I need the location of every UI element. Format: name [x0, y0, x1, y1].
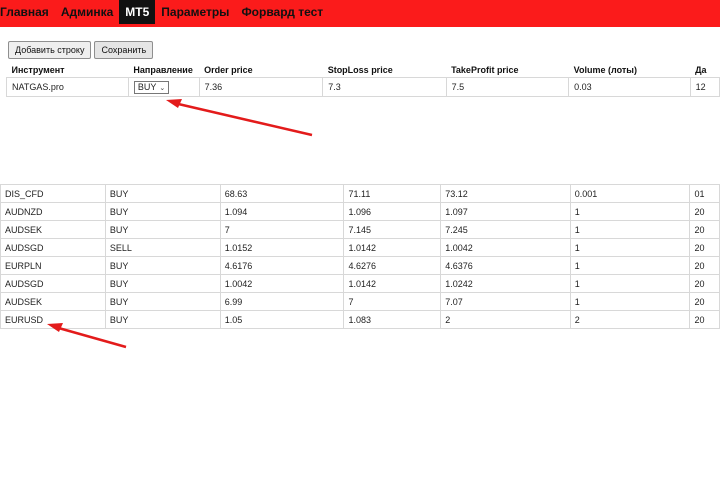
- cell-order-price: 6.99: [219, 292, 345, 311]
- cell-instrument: EURPLN: [0, 256, 106, 275]
- cell-direction: BUY: [104, 184, 221, 203]
- cell-takeprofit: 4.6376: [440, 256, 571, 275]
- cell-order-price: 1.0042: [219, 274, 345, 293]
- column-header-volume: Volume (лоты): [573, 64, 637, 75]
- cell-takeprofit: 2: [440, 310, 571, 329]
- direction-select[interactable]: BUY ⌄: [133, 80, 170, 94]
- cell-stoploss: 1.0142: [343, 238, 442, 257]
- chevron-down-icon: ⌄: [159, 84, 166, 92]
- nav-item-forward-test[interactable]: Форвард тест: [235, 0, 329, 24]
- annotation-arrow-direction: [166, 99, 313, 137]
- column-header-date: Да: [695, 64, 707, 75]
- takeprofit-field[interactable]: 7.5: [445, 77, 570, 97]
- save-button[interactable]: Сохранить: [94, 41, 154, 59]
- cell-instrument: DIS_CFD: [0, 184, 106, 203]
- cell-takeprofit: 1.0242: [440, 274, 571, 293]
- cell-instrument: AUDSGD: [0, 274, 106, 293]
- column-header-order-price: Order price: [204, 64, 253, 75]
- cell-date: 20: [689, 274, 720, 293]
- cell-direction: BUY: [104, 310, 221, 329]
- table-row: AUDSGD BUY 1.0042 1.0142 1.0242 1 20: [0, 274, 720, 293]
- cell-date: 20: [689, 202, 720, 221]
- cell-instrument: AUDSGD: [0, 238, 106, 257]
- cell-direction: SELL: [104, 238, 221, 257]
- edit-row: NATGAS.pro BUY ⌄ 7.36 7.3 7.5 0.03 12: [6, 77, 720, 97]
- cell-order-price: 1.0152: [219, 238, 345, 257]
- instrument-field[interactable]: NATGAS.pro: [6, 77, 129, 97]
- stoploss-field[interactable]: 7.3: [322, 77, 447, 97]
- cell-direction: BUY: [104, 256, 221, 275]
- cell-volume: 1: [569, 220, 691, 239]
- direction-select-value: BUY: [137, 81, 157, 92]
- top-navbar: Главная Админка MT5 Параметры Форвард те…: [0, 0, 720, 27]
- column-header-takeprofit: TakeProfit price: [451, 64, 519, 75]
- order-price-field[interactable]: 7.36: [198, 77, 324, 97]
- cell-order-price: 4.6176: [219, 256, 345, 275]
- cell-date: 20: [689, 256, 720, 275]
- cell-stoploss: 4.6276: [343, 256, 442, 275]
- cell-date: 01: [689, 184, 720, 203]
- cell-date: 20: [689, 310, 720, 329]
- add-row-button[interactable]: Добавить строку: [8, 41, 92, 59]
- cell-volume: 1: [569, 256, 691, 275]
- cell-stoploss: 71.11: [343, 184, 442, 203]
- cell-direction: BUY: [104, 274, 221, 293]
- cell-takeprofit: 1.097: [440, 202, 571, 221]
- cell-stoploss: 1.096: [343, 202, 442, 221]
- column-header-instrument: Инструмент: [11, 64, 65, 75]
- orders-table: DIS_CFD BUY 68.63 71.11 73.12 0.001 01 AUDNZD BU…: [0, 184, 720, 329]
- cell-instrument: AUDSEK: [0, 292, 106, 311]
- cell-date: 20: [689, 220, 720, 239]
- cell-volume: 0.001: [569, 184, 691, 203]
- column-header-stoploss: StopLoss price: [327, 64, 393, 75]
- cell-takeprofit: 7.07: [440, 292, 571, 311]
- nav-item-admin[interactable]: Админка: [55, 0, 119, 24]
- table-row: AUDSEK BUY 6.99 7 7.07 1 20: [0, 292, 720, 311]
- table-row: EURPLN BUY 4.6176 4.6276 4.6376 1 20: [0, 256, 720, 275]
- cell-direction: BUY: [104, 202, 221, 221]
- edit-table-header-row: Инструмент Направление Order price StopL…: [7, 62, 720, 78]
- cell-order-price: 68.63: [219, 184, 345, 203]
- cell-takeprofit: 73.12: [440, 184, 571, 203]
- cell-instrument: EURUSD: [0, 310, 106, 329]
- table-row: DIS_CFD BUY 68.63 71.11 73.12 0.001 01: [0, 184, 720, 203]
- nav-item-mt5[interactable]: MT5: [119, 0, 156, 24]
- cell-direction: BUY: [104, 220, 221, 239]
- cell-volume: 1: [569, 238, 691, 257]
- cell-takeprofit: 1.0042: [440, 238, 571, 257]
- cell-volume: 1: [569, 274, 691, 293]
- volume-field[interactable]: 0.03: [568, 77, 691, 97]
- cell-stoploss: 7: [343, 292, 442, 311]
- toolbar: Добавить строку Сохранить: [8, 41, 154, 59]
- cell-direction: BUY: [104, 292, 221, 311]
- nav-item-parameters[interactable]: Параметры: [155, 0, 235, 24]
- cell-stoploss: 1.0142: [343, 274, 442, 293]
- cell-stoploss: 1.083: [343, 310, 442, 329]
- table-row: AUDSGD SELL 1.0152 1.0142 1.0042 1 20: [0, 238, 720, 257]
- table-row: AUDNZD BUY 1.094 1.096 1.097 1 20: [0, 202, 720, 221]
- cell-volume: 2: [569, 310, 691, 329]
- cell-date: 20: [689, 292, 720, 311]
- order-edit-table: Инструмент Направление Order price StopL…: [6, 62, 720, 97]
- cell-instrument: AUDSEK: [0, 220, 106, 239]
- date-field[interactable]: 12: [689, 77, 720, 97]
- direction-cell: BUY ⌄: [127, 77, 200, 97]
- cell-order-price: 7: [219, 220, 345, 239]
- table-row: AUDSEK BUY 7 7.145 7.245 1 20: [0, 220, 720, 239]
- cell-stoploss: 7.145: [343, 220, 442, 239]
- cell-order-price: 1.05: [219, 310, 345, 329]
- column-header-direction: Направление: [133, 64, 193, 75]
- cell-date: 20: [689, 238, 720, 257]
- cell-volume: 1: [569, 202, 691, 221]
- cell-order-price: 1.094: [219, 202, 345, 221]
- cell-takeprofit: 7.245: [440, 220, 571, 239]
- cell-instrument: AUDNZD: [0, 202, 106, 221]
- table-row: EURUSD BUY 1.05 1.083 2 2 20: [0, 310, 720, 329]
- cell-volume: 1: [569, 292, 691, 311]
- nav-item-home[interactable]: Главная: [0, 0, 55, 24]
